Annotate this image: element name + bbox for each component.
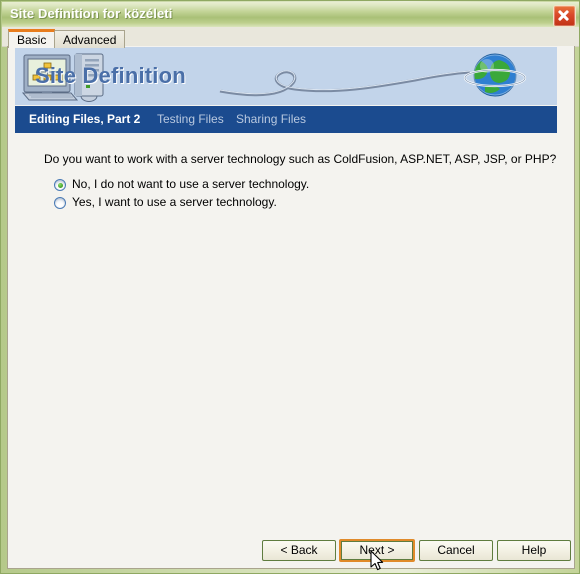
nav-item-editing-files[interactable]: Editing Files, Part 2 xyxy=(29,112,140,126)
question-label: Do you want to work with a server techno… xyxy=(44,152,557,166)
banner: Site Definition xyxy=(15,47,557,105)
dialog-window: Site Definition for közéleti Basic Advan… xyxy=(0,0,580,574)
next-button[interactable]: Next > xyxy=(339,539,415,562)
nav-item-testing-files[interactable]: Testing Files xyxy=(157,112,224,126)
title-bar: Site Definition for közéleti xyxy=(2,2,579,27)
back-button[interactable]: < Back xyxy=(262,540,336,561)
globe-icon xyxy=(463,53,527,97)
dialog-client-area: Site Definition Editing Files, Part 2 Te… xyxy=(7,46,575,569)
close-icon[interactable] xyxy=(553,5,576,27)
radio-icon-unselected[interactable] xyxy=(54,197,66,209)
radio-icon-selected[interactable] xyxy=(54,179,66,191)
tab-bar: Basic Advanced xyxy=(2,27,579,48)
nav-item-sharing-files[interactable]: Sharing Files xyxy=(236,112,306,126)
banner-title: Site Definition xyxy=(35,63,186,88)
window-title: Site Definition for közéleti xyxy=(10,6,173,21)
cancel-button[interactable]: Cancel xyxy=(419,540,493,561)
help-button[interactable]: Help xyxy=(497,540,571,561)
radio-option-yes-label: Yes, I want to use a server technology. xyxy=(72,195,277,209)
tab-advanced[interactable]: Advanced xyxy=(54,30,126,48)
tab-basic[interactable]: Basic xyxy=(8,29,56,48)
wizard-step-nav: Editing Files, Part 2 Testing Files Shar… xyxy=(15,106,557,133)
radio-option-no-label: No, I do not want to use a server techno… xyxy=(72,177,310,191)
radio-dot xyxy=(57,182,63,188)
